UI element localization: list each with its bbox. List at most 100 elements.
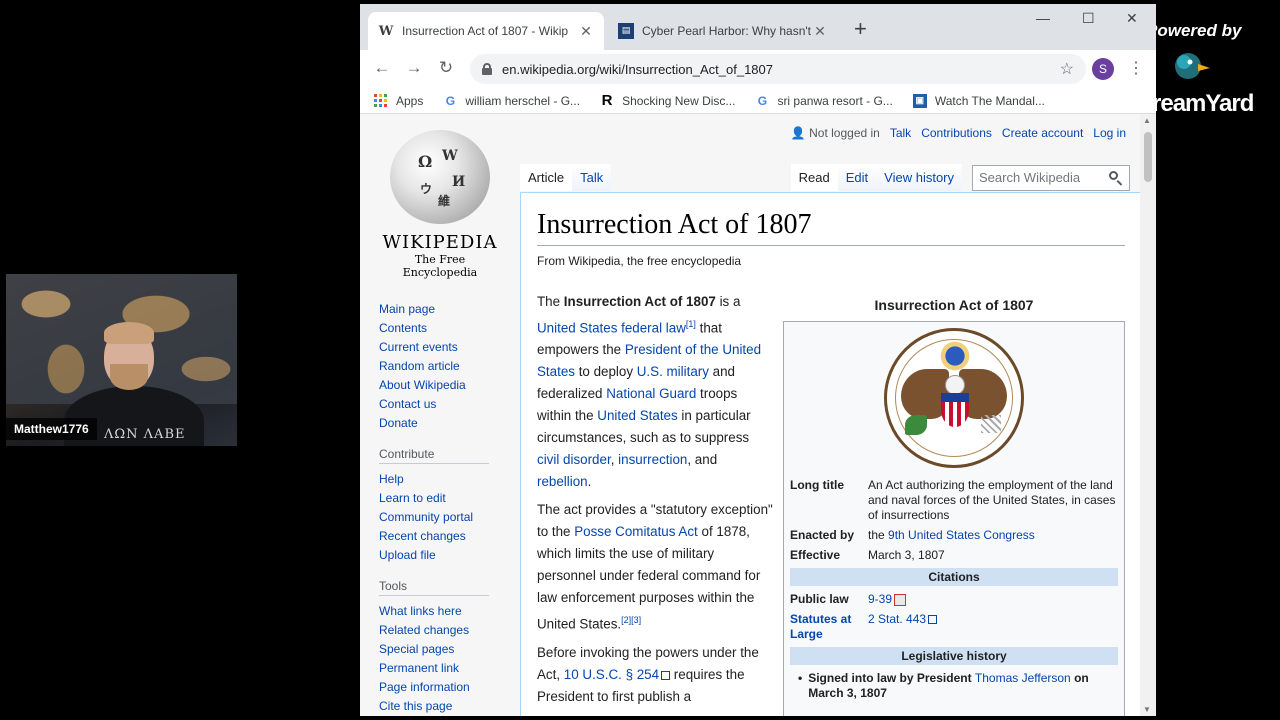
sidebar-item-contact[interactable]: Contact us (379, 395, 509, 414)
scroll-up-icon[interactable]: ▲ (1143, 116, 1151, 125)
scrollbar-thumb[interactable] (1144, 132, 1152, 182)
close-window-button[interactable]: ✕ (1126, 10, 1138, 27)
namespace-tabs: Article Talk (520, 164, 612, 191)
article-body: The Insurrection Act of 1807 is a United… (537, 291, 773, 714)
link-thomas-jefferson[interactable]: Thomas Jefferson (975, 671, 1071, 685)
sidebar-item-contents[interactable]: Contents (379, 319, 509, 338)
bookmark-label: Watch The Mandal... (934, 93, 1045, 108)
news-favicon-icon: ▤ (618, 23, 634, 39)
sidebar-item-related-changes[interactable]: Related changes (379, 621, 509, 640)
tab-read[interactable]: Read (790, 164, 838, 191)
person-beard (110, 364, 148, 390)
tab-cyber-pearl-harbor[interactable]: ▤ Cyber Pearl Harbor: Why hasn't a ✕ (608, 12, 838, 50)
sidebar-item-recent-changes[interactable]: Recent changes (379, 527, 509, 546)
link-10-usc-254[interactable]: 10 U.S.C. § 254 (564, 667, 671, 682)
maximize-button[interactable]: ☐ (1082, 10, 1095, 27)
wikipedia-page: 👤 Not logged in Talk Contributions Creat… (360, 114, 1140, 716)
link-9th-congress[interactable]: 9th United States Congress (888, 528, 1035, 542)
tab-article[interactable]: Article (520, 164, 573, 191)
sidebar-item-what-links-here[interactable]: What links here (379, 602, 509, 621)
infobox: Long title An Act authorizing the employ… (783, 321, 1125, 716)
bookmark-mandalorian[interactable]: ▣ Watch The Mandal... (912, 93, 1045, 108)
tab-edit[interactable]: Edit (837, 164, 877, 191)
bookmark-label: william herschel - G... (465, 93, 581, 108)
infobox-header-citations: Citations (790, 568, 1118, 586)
minimize-button[interactable]: — (1036, 10, 1050, 26)
ref-1[interactable]: [1] (686, 319, 696, 329)
link-2-stat-443[interactable]: 2 Stat. 443 (868, 612, 926, 626)
link-us-military[interactable]: U.S. military (637, 364, 709, 379)
infobox-row-long-title: Long title An Act authorizing the employ… (790, 478, 1116, 522)
link-insurrection[interactable]: insurrection (618, 452, 687, 467)
sidebar-item-upload-file[interactable]: Upload file (379, 546, 509, 565)
infobox-title: Insurrection Act of 1807 (874, 297, 1034, 313)
streamyard-duck-icon (1175, 53, 1210, 79)
sidebar-item-special-pages[interactable]: Special pages (379, 640, 509, 659)
webcam-feed: ΛΩΝ ΛΑΒΕ Matthew1776 (6, 274, 237, 446)
stream-stage: ΛΩΝ ΛΑΒΕ Matthew1776 Powered by StreamYa… (0, 0, 1280, 720)
create-account-link[interactable]: Create account (1002, 126, 1083, 140)
ref-2-3[interactable]: [2][3] (621, 615, 641, 625)
puzzle-globe-icon: Ω W И ウ 維 (390, 130, 490, 224)
sidebar-item-about[interactable]: About Wikipedia (379, 376, 509, 395)
search-input[interactable]: Search Wikipedia (972, 164, 1130, 191)
google-icon: G (757, 93, 768, 108)
close-tab-icon[interactable]: ✕ (812, 23, 828, 40)
sidebar-item-cite-this-page[interactable]: Cite this page (379, 697, 509, 716)
profile-avatar[interactable]: S (1092, 58, 1114, 80)
link-public-law[interactable]: 9-39 (868, 592, 892, 606)
sidebar-item-permanent-link[interactable]: Permanent link (379, 659, 509, 678)
link-united-states[interactable]: United States (597, 408, 677, 423)
sidebar-item-page-information[interactable]: Page information (379, 678, 509, 697)
scroll-down-icon[interactable]: ▼ (1143, 705, 1151, 714)
contributions-link[interactable]: Contributions (921, 126, 992, 140)
not-logged-in: 👤 Not logged in (790, 126, 880, 140)
tab-talk[interactable]: Talk (572, 164, 612, 191)
search-icon[interactable] (1109, 170, 1123, 185)
bookmark-sri-panwa[interactable]: G sri panwa resort - G... (755, 93, 893, 108)
infobox-row-effective: Effective March 3, 1807 (790, 548, 945, 562)
paragraph-3: Before invoking the powers under the Act… (537, 644, 759, 704)
forward-icon[interactable]: → (402, 58, 426, 82)
tab-wikipedia[interactable]: W Insurrection Act of 1807 - Wikip ✕ (368, 12, 604, 50)
link-posse-comitatus[interactable]: Posse Comitatus Act (574, 524, 698, 539)
tab-view-history[interactable]: View history (876, 164, 962, 191)
reload-icon[interactable]: ↻ (434, 58, 458, 82)
address-bar[interactable]: en.wikipedia.org/wiki/Insurrection_Act_o… (470, 54, 1086, 84)
page-scrollbar[interactable]: ▲ ▼ (1140, 114, 1156, 716)
infobox-row-public-law: Public law 9-39 (790, 592, 1118, 607)
sidebar-item-help[interactable]: Help (379, 470, 509, 489)
link-rebellion[interactable]: rebellion (537, 474, 588, 489)
bookmark-star-icon[interactable]: ☆ (1060, 59, 1074, 79)
link-civil-disorder[interactable]: civil disorder (537, 452, 611, 467)
great-seal-image[interactable] (884, 328, 1024, 468)
r-logo-icon: R (601, 92, 613, 109)
wikipedia-tagline: The Free Encyclopedia (402, 253, 478, 279)
sidebar-item-community-portal[interactable]: Community portal (379, 508, 509, 527)
browser-menu-icon[interactable]: ⋮ (1128, 58, 1144, 78)
lock-icon (482, 63, 492, 75)
link-us-federal-law[interactable]: United States federal law (537, 320, 686, 335)
contribute-heading: Contribute (379, 447, 489, 464)
bookmark-shocking[interactable]: R Shocking New Disc... (600, 92, 736, 109)
sidebar-item-main-page[interactable]: Main page (379, 300, 509, 319)
infobox-row-statutes: Statutes at Large 2 Stat. 443 (790, 612, 1118, 642)
sidebar-item-donate[interactable]: Donate (379, 414, 509, 433)
link-statutes-at-large[interactable]: Statutes at Large (790, 612, 851, 641)
sidebar-item-learn-to-edit[interactable]: Learn to edit (379, 489, 509, 508)
page-title: Insurrection Act of 1807 (537, 209, 1125, 246)
sidebar-item-random-article[interactable]: Random article (379, 357, 509, 376)
article-content: Insurrection Act of 1807 From Wikipedia,… (520, 192, 1140, 716)
sidebar-item-current-events[interactable]: Current events (379, 338, 509, 357)
talk-link[interactable]: Talk (890, 126, 911, 140)
wikipedia-logo[interactable]: Ω W И ウ 維 WIKIPEDIA The Free Encyclopedi… (376, 130, 504, 279)
close-tab-icon[interactable]: ✕ (578, 23, 594, 40)
tab-title: Insurrection Act of 1807 - Wikip (402, 24, 569, 38)
log-in-link[interactable]: Log in (1093, 126, 1126, 140)
bookmark-herschel[interactable]: G william herschel - G... (443, 94, 580, 108)
google-icon: G (445, 93, 456, 108)
back-icon[interactable]: ← (370, 58, 394, 82)
bookmark-apps[interactable]: Apps (374, 93, 423, 108)
link-national-guard[interactable]: National Guard (606, 386, 696, 401)
new-tab-button[interactable]: + (854, 16, 867, 42)
